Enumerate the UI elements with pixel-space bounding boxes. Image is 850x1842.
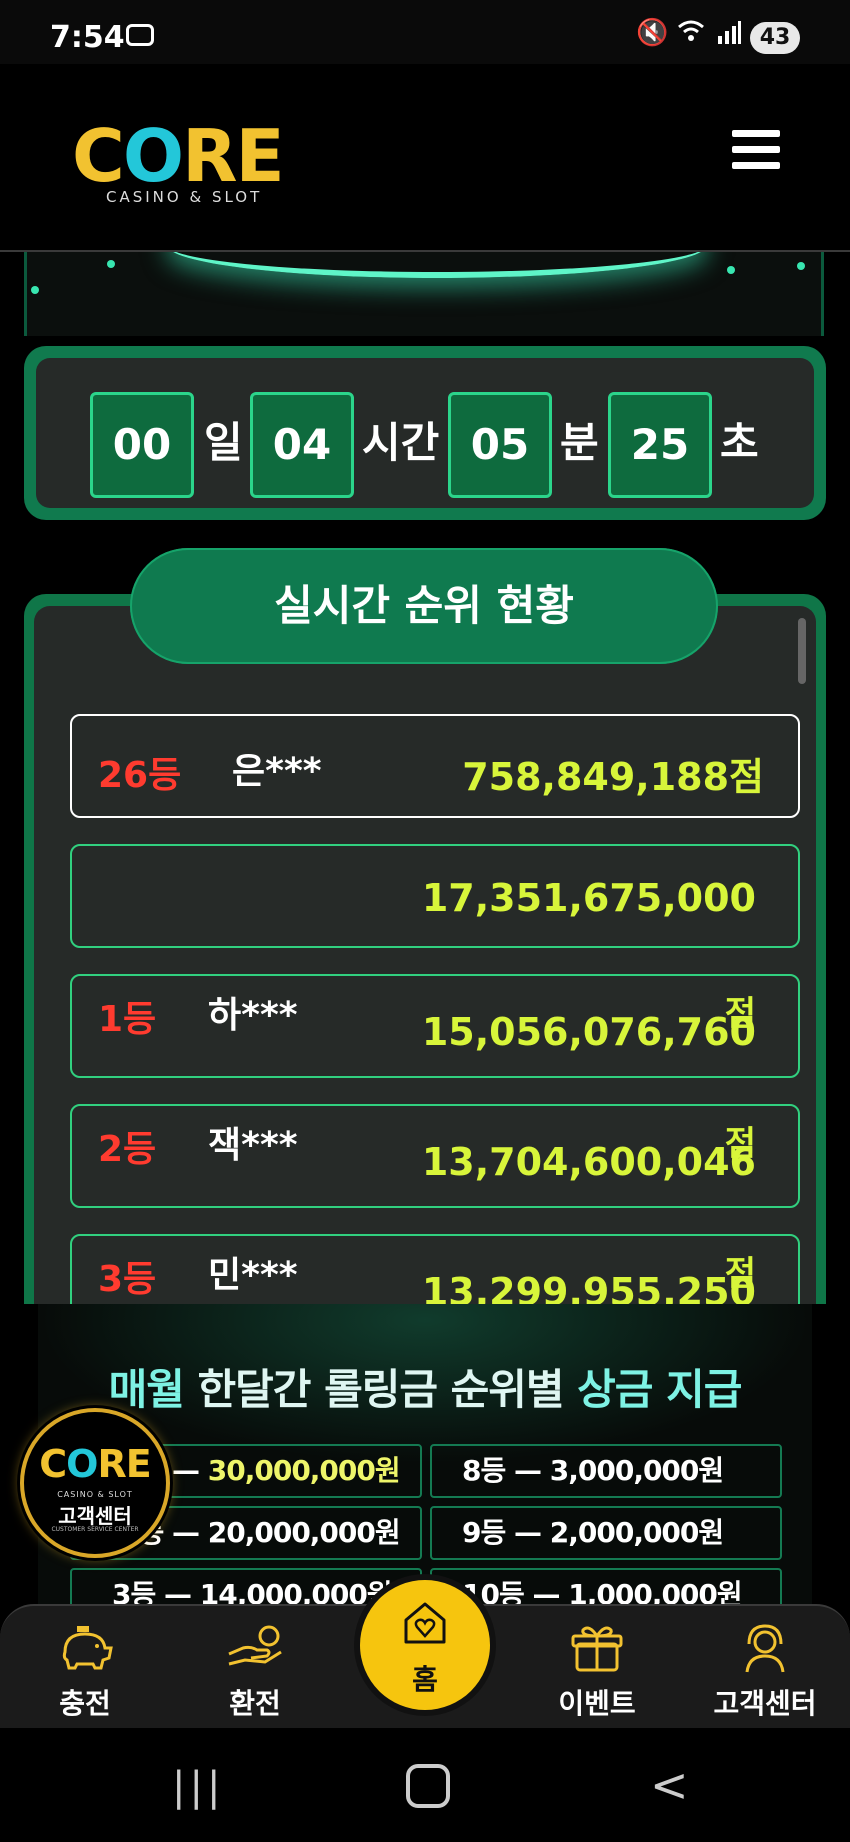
- headset-icon: [745, 1624, 785, 1673]
- gift-icon: [571, 1626, 623, 1672]
- home-heart-icon: [404, 1602, 446, 1644]
- back-icon[interactable]: <: [650, 1758, 689, 1812]
- status-time: 7:54: [50, 20, 125, 55]
- ranking-row: 17,351,675,000: [70, 844, 800, 948]
- nav-event[interactable]: 이벤트: [532, 1618, 662, 1722]
- ranking-scrollbar[interactable]: [798, 618, 806, 684]
- countdown-minutes-unit: 분: [560, 418, 599, 467]
- core-logo[interactable]: CORE CASINO & SLOT: [72, 116, 292, 216]
- home-button[interactable]: 홈: [360, 1580, 490, 1710]
- prize-cell: 10등 — 1,000,000원: [430, 1568, 782, 1604]
- ranking-row: 1등 하*** 점 15,056,076,760: [70, 974, 800, 1078]
- hand-coin-icon: [228, 1625, 282, 1666]
- ranking-title: 실시간 순위 현황: [130, 548, 718, 664]
- nav-withdraw[interactable]: 환전: [190, 1618, 320, 1722]
- ranking-row: 2등 잭*** 점 13,704,600,046: [70, 1104, 800, 1208]
- prize-cell: 3등 — 14,000,000원: [70, 1568, 422, 1604]
- countdown-minutes: 05: [448, 392, 552, 498]
- screenshot-icon: [126, 24, 154, 46]
- mute-icon: 🔇: [636, 18, 669, 48]
- nav-deposit[interactable]: 충전: [20, 1618, 150, 1722]
- countdown-seconds-unit: 초: [720, 418, 759, 467]
- countdown-days-unit: 일: [204, 418, 243, 467]
- countdown-seconds: 25: [608, 392, 712, 498]
- piggy-bank-icon: [62, 1626, 113, 1670]
- signal-icon: [716, 20, 742, 52]
- ranking-row: 26등 은*** 758,849,188점: [70, 714, 800, 818]
- countdown-hours-unit: 시간: [362, 418, 440, 467]
- ranking-panel: 26등 은*** 758,849,188점 17,351,675,000 1등 …: [24, 594, 826, 1304]
- system-navigation-bar: ||| <: [0, 1728, 850, 1842]
- site-header: CORE CASINO & SLOT: [0, 64, 850, 252]
- prize-cell: 9등 — 2,000,000원: [430, 1506, 782, 1560]
- battery-indicator: 43: [750, 22, 800, 54]
- system-home-icon[interactable]: [406, 1764, 450, 1808]
- countdown-days: 00: [90, 392, 194, 498]
- nav-support[interactable]: 고객센터: [700, 1618, 830, 1722]
- customer-service-badge[interactable]: CORE CASINO & SLOT 고객센터 CUSTOMER SERVICE…: [20, 1408, 170, 1558]
- prize-cell: 8등 — 3,000,000원: [430, 1444, 782, 1498]
- menu-icon[interactable]: [732, 130, 780, 170]
- wifi-icon: [676, 18, 706, 50]
- prize-title: 매월 한달간 롤링금 순위별 상금 지급: [108, 1365, 743, 1414]
- recent-apps-icon[interactable]: |||: [172, 1764, 224, 1810]
- stage-banner: [24, 252, 824, 336]
- countdown-hours: 04: [250, 392, 354, 498]
- countdown-timer: 00 일 04 시간 05 분 25 초: [24, 346, 826, 520]
- ranking-row: 3등 민*** 점 13,299,955,250: [70, 1234, 800, 1304]
- status-bar: 7:54 🔇 43: [0, 0, 850, 64]
